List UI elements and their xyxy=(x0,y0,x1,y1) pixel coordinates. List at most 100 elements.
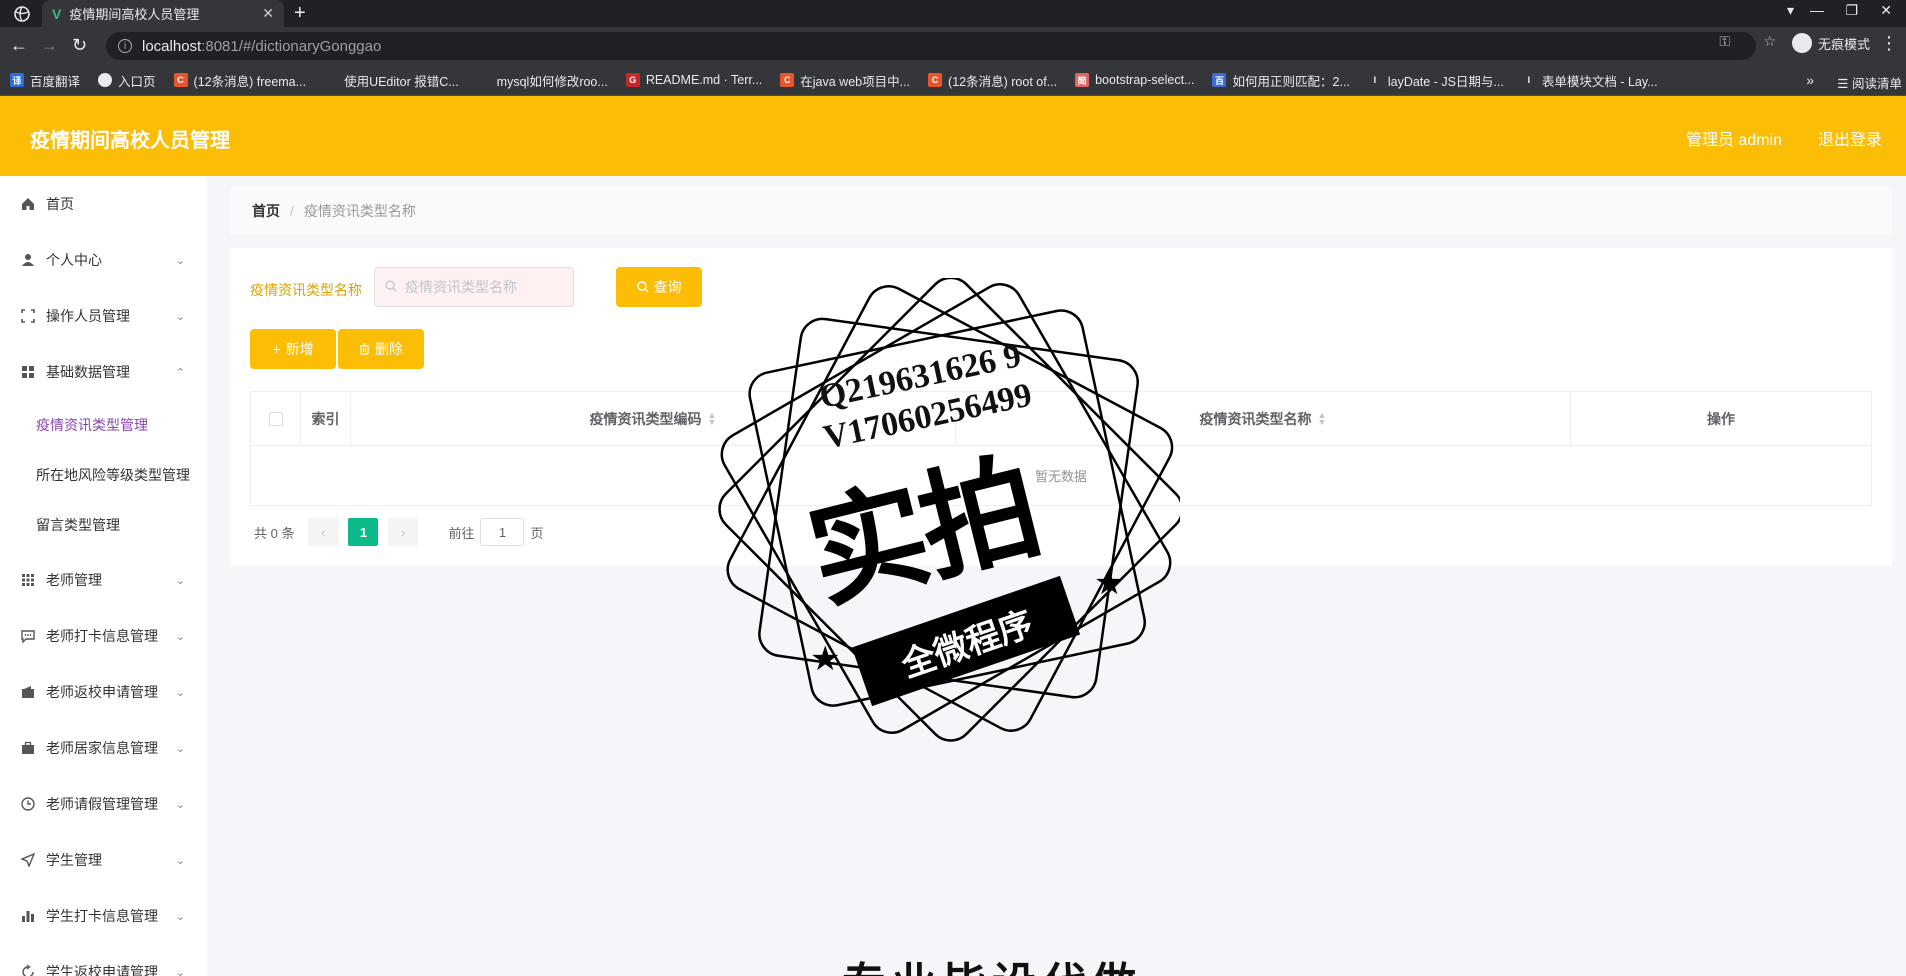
sidebar-item-label: 学生返校申请管理 xyxy=(46,964,158,976)
sidebar-item-label: 老师返校申请管理 xyxy=(46,684,158,700)
bookmark-label: 如何用正则匹配：2... xyxy=(1232,74,1350,89)
star-icon: ★ xyxy=(810,640,840,678)
bookmark-label: (12条消息) root of... xyxy=(948,74,1058,89)
bookmark-item[interactable]: 入口页 xyxy=(98,71,156,90)
minimize-icon[interactable]: — xyxy=(1810,2,1824,18)
sidebar-item-student-checkin[interactable]: 学生打卡信息管理 ⌄ xyxy=(0,896,207,936)
select-all-checkbox[interactable] xyxy=(268,412,283,426)
close-window-icon[interactable]: ✕ xyxy=(1880,2,1892,19)
bookmark-item[interactable]: G README.md · Terr... xyxy=(625,73,762,87)
incognito-indicator[interactable]: 无痕模式 xyxy=(1791,33,1870,53)
sidebar-item-profile[interactable]: 个人中心 ⌄ xyxy=(0,240,207,280)
sidebar-item-label: 老师打卡信息管理 xyxy=(46,628,158,644)
plus-icon: + xyxy=(272,341,281,357)
page-number[interactable]: 1 xyxy=(348,518,379,546)
refresh-icon xyxy=(20,964,36,976)
bookmark-label: 百度翻译 xyxy=(30,74,81,89)
sort-icon[interactable]: ▲ ▼ xyxy=(1318,411,1327,427)
bookmark-item[interactable]: C 在java web项目中... xyxy=(780,71,910,90)
sidebar-item-student-return[interactable]: 学生返校申请管理 ⌄ xyxy=(0,952,207,976)
globe-icon xyxy=(98,73,113,87)
back-icon[interactable]: ← xyxy=(10,35,28,56)
address-toolbar: ← → ↻ i localhost:8081/#/dictionaryGongg… xyxy=(0,27,1906,65)
delete-button[interactable]: 删除 xyxy=(338,329,424,369)
next-page-icon[interactable]: › xyxy=(388,518,419,546)
add-button[interactable]: + 新增 xyxy=(250,329,336,369)
tab-close-icon[interactable]: ✕ xyxy=(262,5,274,22)
globe-icon[interactable] xyxy=(12,4,32,24)
add-button-label: 新增 xyxy=(285,341,314,357)
new-tab-icon[interactable]: + xyxy=(294,2,306,25)
watermark-bottom-text: 专业毕设代做 xyxy=(842,948,1142,976)
bookmarks-overflow-icon[interactable]: » xyxy=(1806,72,1814,88)
bookmark-item[interactable]: 使用UEditor 报错C... xyxy=(324,71,459,90)
tab-search-icon[interactable]: ▾ xyxy=(1787,2,1794,19)
page-suffix: 页 xyxy=(530,525,544,541)
layui-icon: l xyxy=(1527,75,1531,85)
breadcrumb: 首页 / 疫情资讯类型名称 xyxy=(230,187,1892,235)
reading-list-button[interactable]: ☰ 阅读清单 xyxy=(1837,73,1902,92)
sidebar-item-teacher-home[interactable]: 老师居家信息管理 ⌄ xyxy=(0,728,207,768)
bookmark-item[interactable]: l layDate - JS日期与... xyxy=(1368,71,1504,90)
breadcrumb-home[interactable]: 首页 xyxy=(252,201,280,221)
sidebar-item-label: 基础数据管理 xyxy=(46,364,130,380)
browser-tab[interactable]: V 疫情期间高校人员管理 ✕ xyxy=(42,0,284,27)
bookmark-label: 在java web项目中... xyxy=(800,74,911,89)
bookmark-item[interactable]: C (12条消息) freema... xyxy=(173,71,306,90)
app-title: 疫情期间高校人员管理 xyxy=(30,130,230,152)
incognito-icon xyxy=(1791,33,1812,53)
sidebar-item-teacher-return[interactable]: 老师返校申请管理 ⌄ xyxy=(0,672,207,712)
sidebar-item-teachers[interactable]: 老师管理 ⌄ xyxy=(0,560,207,600)
frame-icon xyxy=(20,308,36,324)
search-field[interactable] xyxy=(374,267,574,307)
restore-icon[interactable]: ❐ xyxy=(1845,2,1858,19)
sidebar-subitem-news-type[interactable]: 疫情资讯类型管理 xyxy=(0,407,207,443)
reload-icon[interactable]: ↻ xyxy=(72,35,87,56)
bookmark-item[interactable]: 译百度翻译 xyxy=(10,71,80,90)
search-label: 疫情资讯类型名称 xyxy=(250,282,362,298)
url-host: localhost xyxy=(142,37,202,55)
sidebar-item-home[interactable]: 首页 xyxy=(0,184,207,224)
chevron-down-icon: ⌄ xyxy=(175,574,185,587)
sidebar-subitem-risk-level[interactable]: 所在地风险等级类型管理 xyxy=(0,457,207,493)
app-header: 疫情期间高校人员管理 管理员 admin 退出登录 xyxy=(0,96,1906,176)
prev-page-icon[interactable]: ‹ xyxy=(308,518,339,546)
bookmark-item[interactable]: C (12条消息) root of... xyxy=(928,71,1057,90)
goto-page-input[interactable] xyxy=(480,518,525,546)
sidebar-item-base-data[interactable]: 基础数据管理 ⌃ xyxy=(0,352,207,392)
goto-label: 前往 xyxy=(448,525,475,541)
bar-chart-icon xyxy=(20,908,36,924)
sidebar-item-teacher-leave[interactable]: 老师请假管理管理 ⌄ xyxy=(0,784,207,824)
forward-icon[interactable]: → xyxy=(40,35,58,56)
bookmark-item[interactable]: mysql如何修改roo... xyxy=(477,71,608,90)
bookmark-item[interactable]: 百如何用正则匹配：2... xyxy=(1212,71,1350,90)
url-bar[interactable]: i localhost:8081/#/dictionaryGonggao xyxy=(106,32,1756,60)
logout-button[interactable]: 退出登录 xyxy=(1818,126,1882,150)
sidebar-item-operators[interactable]: 操作人员管理 ⌄ xyxy=(0,296,207,336)
key-icon[interactable]: ⚿ xyxy=(1719,33,1730,50)
star-icon[interactable]: ☆ xyxy=(1763,33,1776,50)
column-header-label: 疫情资讯类型名称 xyxy=(1199,411,1312,427)
chevron-down-icon: ⌄ xyxy=(175,910,185,923)
wallet-icon xyxy=(20,684,36,700)
sidebar-subitem-message-type[interactable]: 留言类型管理 xyxy=(0,507,207,543)
breadcrumb-separator: / xyxy=(290,203,294,219)
sidebar-item-teacher-checkin[interactable]: 老师打卡信息管理 ⌄ xyxy=(0,616,207,656)
chevron-down-icon: ⌄ xyxy=(175,798,185,811)
watermark-stamp: ★ ★ Q219631626 9 V17060256499 实拍 全微程序 xyxy=(718,278,1180,746)
search-input[interactable] xyxy=(405,279,555,295)
sidebar-item-label: 老师居家信息管理 xyxy=(46,740,158,756)
bookmark-item[interactable]: l 表单模块文档 - Lay... xyxy=(1522,71,1658,90)
apps-icon xyxy=(20,572,36,588)
chevron-down-icon: ⌄ xyxy=(175,630,185,643)
menu-icon[interactable]: ⋮ xyxy=(1880,33,1898,54)
column-index: 索引 xyxy=(301,392,351,446)
csdn-icon: C xyxy=(928,73,943,87)
jianshu-icon: 简 xyxy=(1075,73,1090,87)
bookmark-item[interactable]: 简 bootstrap-select... xyxy=(1075,73,1194,87)
site-info-icon[interactable]: i xyxy=(118,39,132,53)
reading-list-label: 阅读清单 xyxy=(1851,77,1902,91)
query-button[interactable]: 查询 xyxy=(616,267,702,307)
sort-icon[interactable]: ▲ ▼ xyxy=(708,411,717,427)
sidebar-item-students[interactable]: 学生管理 ⌄ xyxy=(0,840,207,880)
